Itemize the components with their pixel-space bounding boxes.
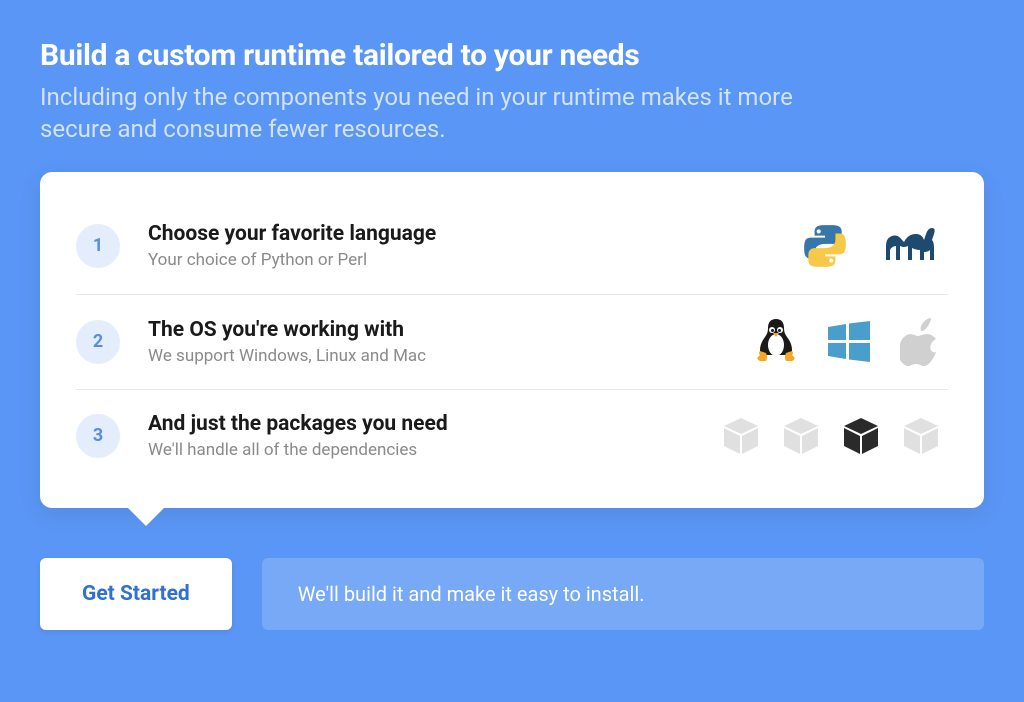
step-title: Choose your favorite language	[148, 222, 800, 246]
package-icon	[782, 416, 820, 456]
step-badge: 2	[76, 320, 120, 364]
package-icon-active	[842, 416, 880, 456]
step-1: 1 Choose your favorite language Your cho…	[76, 198, 948, 294]
step-title: The OS you're working with	[148, 318, 754, 342]
get-started-button[interactable]: Get Started	[40, 558, 232, 630]
step-3: 3 And just the packages you need We'll h…	[76, 389, 948, 482]
footer: Get Started We'll build it and make it e…	[40, 558, 984, 630]
page-title: Build a custom runtime tailored to your …	[40, 38, 984, 73]
package-icon	[902, 416, 940, 456]
linux-icon	[754, 317, 798, 367]
windows-icon	[826, 319, 872, 365]
step-desc: We'll handle all of the dependencies	[148, 440, 722, 460]
steps-card: 1 Choose your favorite language Your cho…	[40, 172, 984, 508]
step-desc: Your choice of Python or Perl	[148, 250, 800, 270]
footer-note: We'll build it and make it easy to insta…	[262, 558, 984, 630]
package-icon	[722, 416, 760, 456]
page-subtitle: Including only the components you need i…	[40, 81, 800, 146]
python-icon	[800, 221, 850, 271]
step-desc: We support Windows, Linux and Mac	[148, 346, 754, 366]
perl-camel-icon	[878, 220, 940, 272]
step-2: 2 The OS you're working with We support …	[76, 294, 948, 389]
step-title: And just the packages you need	[148, 412, 722, 436]
step-badge: 1	[76, 224, 120, 268]
apple-icon	[900, 318, 940, 366]
step-badge: 3	[76, 414, 120, 458]
